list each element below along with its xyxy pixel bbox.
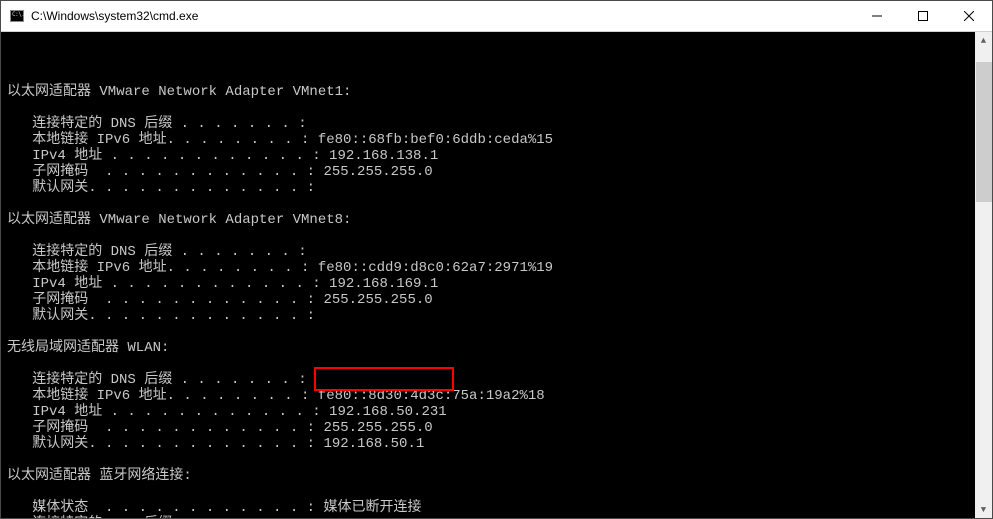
scroll-up-icon[interactable]: ▲ xyxy=(975,32,992,49)
terminal-line: 以太网适配器 VMware Network Adapter VMnet8: xyxy=(7,212,990,228)
terminal-line xyxy=(7,452,990,468)
terminal-line xyxy=(7,100,990,116)
terminal-line: 默认网关. . . . . . . . . . . . . : xyxy=(7,308,990,324)
close-button[interactable] xyxy=(946,1,992,31)
terminal-line: IPv4 地址 . . . . . . . . . . . . : 192.16… xyxy=(7,276,990,292)
window-title: C:\Windows\system32\cmd.exe xyxy=(31,9,854,23)
terminal-line xyxy=(7,356,990,372)
terminal-line: 子网掩码 . . . . . . . . . . . . : 255.255.2… xyxy=(7,420,990,436)
terminal-line: 连接特定的 DNS 后缀 . . . . . . . : xyxy=(7,244,990,260)
terminal-line: IPv4 地址 . . . . . . . . . . . . : 192.16… xyxy=(7,148,990,164)
terminal-line: IPv4 地址 . . . . . . . . . . . . : 192.16… xyxy=(7,404,990,420)
terminal-line: 连接特定的 DNS 后缀 . . . . . . . : xyxy=(7,372,990,388)
scroll-down-icon[interactable]: ▼ xyxy=(975,501,992,518)
terminal-line: 子网掩码 . . . . . . . . . . . . : 255.255.2… xyxy=(7,292,990,308)
terminal-line: 连接特定的 DNS 后缀 . . . . . . . : xyxy=(7,516,990,518)
terminal-line: 子网掩码 . . . . . . . . . . . . : 255.255.2… xyxy=(7,164,990,180)
terminal-line: 本地链接 IPv6 地址. . . . . . . . : fe80::68fb… xyxy=(7,132,990,148)
scrollbar-thumb[interactable] xyxy=(976,62,992,202)
window-controls xyxy=(854,1,992,31)
maximize-button[interactable] xyxy=(900,1,946,31)
titlebar[interactable]: C:\. C:\Windows\system32\cmd.exe xyxy=(1,1,992,32)
terminal-line xyxy=(7,68,990,84)
terminal-line: 以太网适配器 蓝牙网络连接: xyxy=(7,468,990,484)
terminal-output[interactable]: 以太网适配器 VMware Network Adapter VMnet1: 连接… xyxy=(1,32,992,518)
terminal-line: 以太网适配器 VMware Network Adapter VMnet1: xyxy=(7,84,990,100)
terminal-line xyxy=(7,484,990,500)
terminal-line: 默认网关. . . . . . . . . . . . . : 192.168.… xyxy=(7,436,990,452)
terminal-line: 本地链接 IPv6 地址. . . . . . . . : fe80::8d30… xyxy=(7,388,990,404)
terminal-line: 连接特定的 DNS 后缀 . . . . . . . : xyxy=(7,116,990,132)
terminal-line: 媒体状态 . . . . . . . . . . . . : 媒体已断开连接 xyxy=(7,500,990,516)
minimize-button[interactable] xyxy=(854,1,900,31)
cmd-window: C:\. C:\Windows\system32\cmd.exe 以太网适配器 … xyxy=(0,0,993,519)
terminal-line xyxy=(7,196,990,212)
terminal-line xyxy=(7,324,990,340)
scrollbar[interactable]: ▲ ▼ xyxy=(975,32,992,518)
terminal-line: 无线局域网适配器 WLAN: xyxy=(7,340,990,356)
terminal-line xyxy=(7,228,990,244)
cmd-icon: C:\. xyxy=(9,8,25,24)
terminal-line: 本地链接 IPv6 地址. . . . . . . . : fe80::cdd9… xyxy=(7,260,990,276)
terminal-line: 默认网关. . . . . . . . . . . . . : xyxy=(7,180,990,196)
